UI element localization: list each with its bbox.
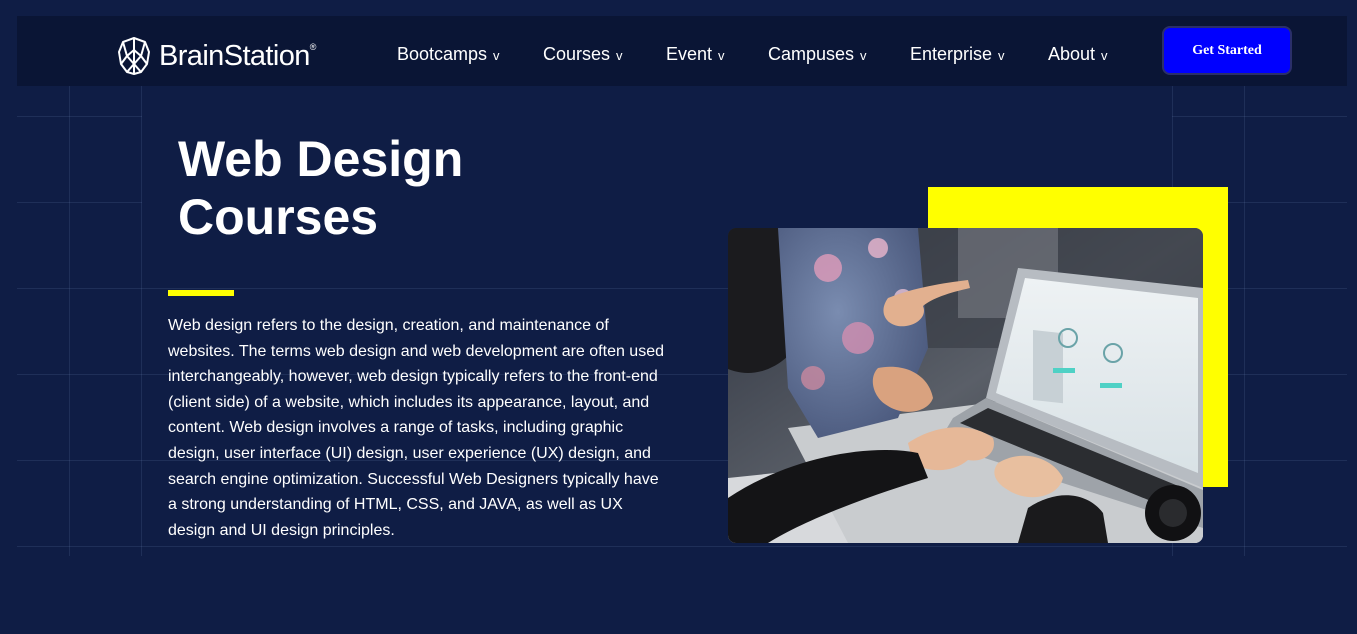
nav-item-courses[interactable]: Courses v: [543, 44, 623, 65]
brainstation-logo[interactable]: BrainStation®: [117, 36, 316, 76]
chevron-down-icon: v: [718, 48, 725, 63]
page-title-line: Web Design: [178, 131, 464, 187]
chevron-down-icon: v: [860, 48, 867, 63]
nav-item-bootcamps[interactable]: Bootcamps v: [397, 44, 500, 65]
nav-item-about[interactable]: About v: [1048, 44, 1108, 65]
grid-line: [17, 202, 142, 203]
grid-line: [17, 116, 142, 117]
page-title-line: Courses: [178, 189, 379, 245]
brain-logo-icon: [118, 37, 150, 75]
brand-name: BrainStation®: [159, 39, 316, 72]
hero-description: Web design refers to the design, creatio…: [168, 317, 664, 539]
grid-line: [69, 86, 70, 556]
nav-item-enterprise[interactable]: Enterprise v: [910, 44, 1005, 65]
get-started-button[interactable]: Get Started: [1162, 26, 1292, 75]
chevron-down-icon: v: [616, 48, 623, 63]
grid-line: [141, 86, 142, 556]
accent-bar: [168, 290, 234, 296]
grid-line: [1172, 116, 1347, 117]
chevron-down-icon: v: [998, 48, 1005, 63]
chevron-down-icon: v: [493, 48, 500, 63]
chevron-down-icon: v: [1101, 48, 1108, 63]
grid-line: [17, 546, 1347, 547]
page: BrainStation® Bootcamps v Courses v Event v…: [0, 0, 1357, 634]
grid-line: [1244, 86, 1245, 556]
nav-item-campuses[interactable]: Campuses v: [768, 44, 867, 65]
people-laptop-photo-icon: [728, 228, 1203, 543]
page-title: Web Design Courses: [178, 130, 558, 246]
nav-item-event[interactable]: Event v: [666, 44, 725, 65]
hero-photo: [728, 228, 1203, 543]
top-navbar: BrainStation® Bootcamps v Courses v Event v…: [17, 16, 1347, 86]
